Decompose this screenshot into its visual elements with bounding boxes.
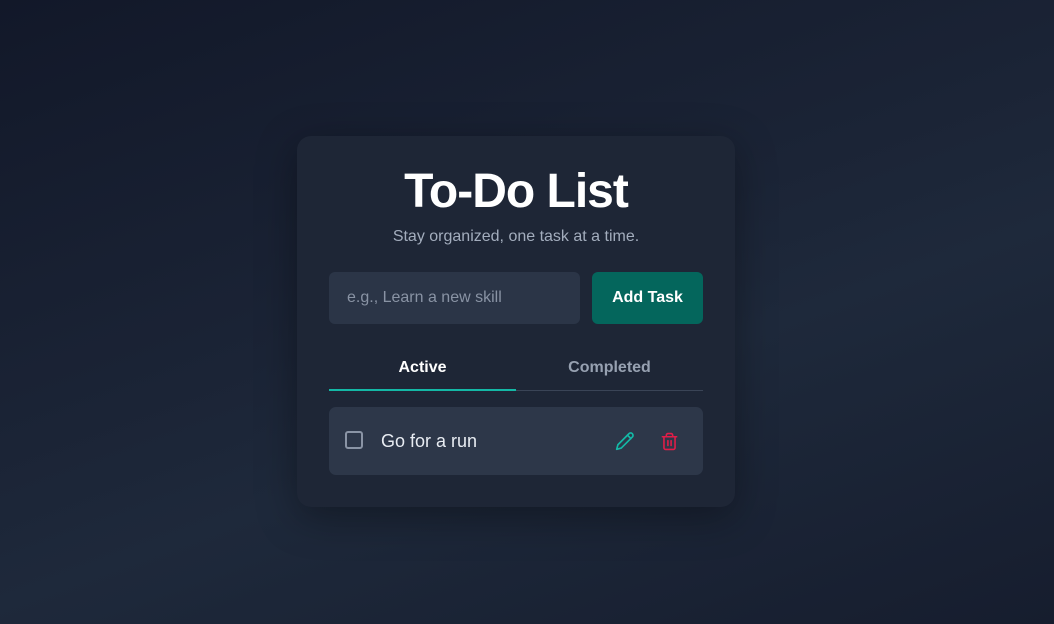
edit-task-button[interactable]: [613, 429, 637, 453]
tab-completed[interactable]: Completed: [516, 350, 703, 390]
pencil-icon: [615, 432, 634, 451]
trash-icon: [661, 432, 677, 450]
task-text: Go for a run: [381, 431, 478, 451]
delete-task-button[interactable]: [657, 429, 681, 453]
tab-active[interactable]: Active: [329, 350, 516, 391]
task-tabs: Active Completed: [329, 350, 703, 391]
task-checkbox[interactable]: [345, 431, 363, 449]
new-task-input[interactable]: [329, 272, 580, 324]
page-subtitle: Stay organized, one task at a time.: [392, 228, 640, 245]
add-task-button[interactable]: Add Task: [592, 272, 703, 324]
page-title: To-Do List: [404, 165, 629, 218]
todo-card: To-Do List Stay organized, one task at a…: [297, 136, 735, 507]
task-list-item: Go for a run: [329, 407, 703, 475]
